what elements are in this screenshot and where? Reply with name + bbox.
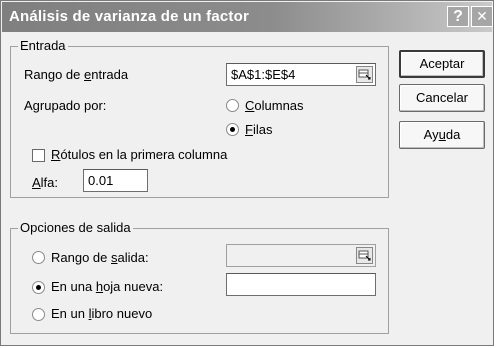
new-sheet-label[interactable]: En una hoja nueva: bbox=[51, 279, 163, 294]
output-range-label[interactable]: Rango de salida: bbox=[51, 250, 149, 265]
new-workbook-label[interactable]: En un libro nuevo bbox=[51, 306, 152, 321]
input-range-field[interactable]: $A$1:$E$4 bbox=[226, 63, 376, 86]
range-selector-icon[interactable] bbox=[356, 247, 373, 264]
alpha-label: Alfa: bbox=[32, 175, 59, 190]
labels-first-column-checkbox[interactable] bbox=[32, 149, 45, 162]
grouped-columns-label[interactable]: Columnas bbox=[245, 98, 304, 113]
input-range-label: Rango de entrada bbox=[24, 67, 129, 82]
close-icon: ✕ bbox=[476, 8, 488, 24]
question-mark-icon: ? bbox=[453, 8, 463, 25]
input-group-label: Entrada bbox=[18, 38, 68, 53]
grouped-rows-radio[interactable] bbox=[226, 123, 239, 136]
alpha-value: 0.01 bbox=[88, 173, 114, 188]
input-group: Entrada Rango de entrada $A$1:$E$4 Agrup… bbox=[10, 38, 389, 198]
help-button[interactable]: Ayuda bbox=[399, 121, 485, 149]
input-range-value: $A$1:$E$4 bbox=[231, 67, 296, 82]
ok-button[interactable]: Aceptar bbox=[399, 50, 485, 78]
alpha-field[interactable]: 0.01 bbox=[83, 169, 148, 192]
cancel-button[interactable]: Cancelar bbox=[399, 84, 485, 112]
grouped-rows-label[interactable]: Filas bbox=[245, 122, 272, 137]
new-workbook-radio[interactable] bbox=[32, 308, 45, 321]
output-range-field[interactable] bbox=[226, 244, 376, 267]
help-title-button[interactable]: ? bbox=[447, 6, 469, 27]
output-group-label: Opciones de salida bbox=[18, 220, 133, 235]
dialog-title: Análisis de varianza de un factor bbox=[9, 8, 250, 25]
new-sheet-name-field[interactable] bbox=[226, 273, 376, 296]
output-range-radio[interactable] bbox=[32, 251, 45, 264]
anova-single-factor-dialog: Análisis de varianza de un factor ? ✕ En… bbox=[0, 0, 494, 346]
title-bar[interactable]: Análisis de varianza de un factor ? ✕ bbox=[2, 2, 493, 32]
range-selector-icon[interactable] bbox=[356, 66, 373, 83]
new-sheet-radio[interactable] bbox=[32, 281, 45, 294]
close-title-button[interactable]: ✕ bbox=[471, 6, 493, 27]
grouped-by-label: Agrupado por: bbox=[24, 98, 107, 113]
labels-first-column-label[interactable]: Rótulos en la primera columna bbox=[51, 147, 227, 162]
grouped-columns-radio[interactable] bbox=[226, 99, 239, 112]
output-options-group: Opciones de salida Rango de salida: En u… bbox=[10, 220, 389, 334]
